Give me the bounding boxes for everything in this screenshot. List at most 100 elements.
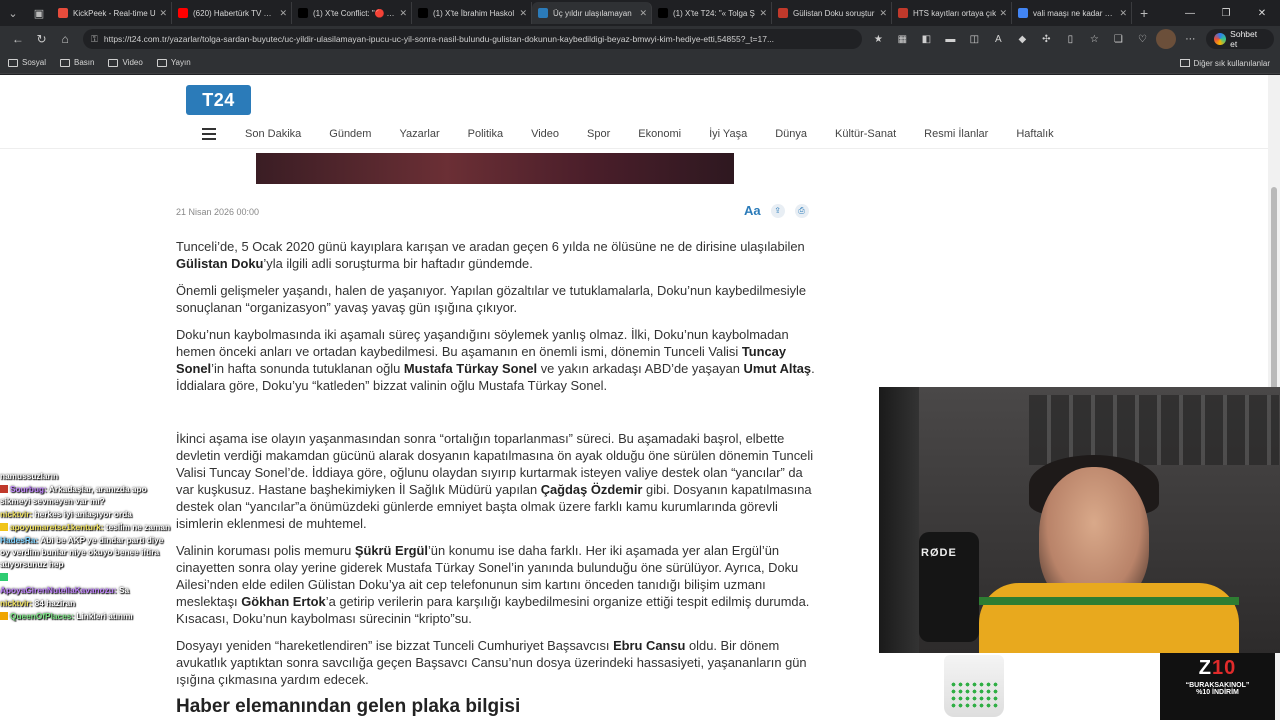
share-icon[interactable]: ⇪ — [770, 203, 785, 218]
print-icon[interactable]: ⎙ — [794, 203, 809, 218]
hamburger-menu-icon[interactable] — [202, 128, 216, 140]
extensions-puzzle-icon[interactable]: ✣ — [1036, 29, 1056, 49]
browser-tab[interactable]: (1) X'te Conflict: "🔴 AÇ ✕ — [292, 2, 412, 24]
chat-message: Sourbug: Arkadaşlar, aranızda apo sikmey… — [0, 483, 170, 507]
nav-item[interactable]: Video — [531, 128, 559, 140]
chat-badge-icon — [0, 573, 8, 581]
performance-icon[interactable]: ♡ — [1132, 29, 1152, 49]
browser-tab[interactable]: vali maaşı ne kadar 202 ✕ — [1012, 2, 1132, 24]
font-size-toggle[interactable]: Aa — [744, 203, 761, 218]
close-window-icon[interactable]: ✕ — [1244, 0, 1280, 26]
nav-item[interactable]: Resmi İlanlar — [924, 128, 988, 140]
article-actions: Aa ⇪ ⎙ — [744, 203, 809, 218]
tab-label: Üç yıldır ulaşılamayan — [553, 8, 632, 18]
nav-item[interactable]: İyi Yaşa — [709, 128, 747, 140]
maximize-icon[interactable]: ❐ — [1208, 0, 1244, 26]
chat-message — [0, 571, 170, 583]
extension-icon[interactable]: ◧ — [916, 29, 936, 49]
chat-message: nicktvir: herkes iyi anlaşıyor orda — [0, 508, 170, 520]
browser-tab[interactable]: Üç yıldır ulaşılamayan ✕ — [532, 2, 652, 24]
youtube-favicon — [178, 8, 188, 18]
copilot-chat-button[interactable]: Sohbet et — [1206, 29, 1275, 49]
favorite-star-icon[interactable]: ★ — [868, 29, 888, 49]
nav-item[interactable]: Haftalık — [1016, 128, 1053, 140]
browser-tab[interactable]: HTS kayıtları ortaya çık ✕ — [892, 2, 1012, 24]
home-icon[interactable]: ⌂ — [53, 28, 77, 50]
tab-close-icon[interactable]: ✕ — [639, 8, 647, 19]
bookmark-label: Video — [122, 58, 143, 67]
extension-icon[interactable]: ▦ — [892, 29, 912, 49]
chat-username: apoyumaretse1kenturk: — [10, 522, 104, 532]
nav-item[interactable]: Politika — [468, 128, 503, 140]
nav-item[interactable]: Spor — [587, 128, 610, 140]
paragraph: Tunceli’de, 5 Ocak 2020 günü kayıplara k… — [176, 239, 805, 271]
split-screen-icon[interactable]: ▯ — [1060, 29, 1080, 49]
tab-label: vali maaşı ne kadar 202 — [1033, 8, 1117, 18]
chat-badge-icon — [0, 523, 8, 531]
extension-icon[interactable]: ◆ — [1012, 29, 1032, 49]
tab-close-icon[interactable]: ✕ — [999, 8, 1007, 19]
paragraph: Önemli gelişmeler yaşandı, halen de yaşa… — [176, 283, 807, 315]
site-logo[interactable]: T24 — [186, 85, 251, 115]
site-info-icon[interactable]: ⚿ — [91, 34, 98, 45]
folder-icon — [8, 58, 18, 67]
browser-tab[interactable]: (620) Habertürk TV Can ✕ — [172, 2, 292, 24]
tab-close-icon[interactable]: ✕ — [399, 8, 407, 19]
more-menu-icon[interactable]: ⋯ — [1180, 29, 1200, 49]
minimize-icon[interactable]: — — [1172, 0, 1208, 26]
nav-item[interactable]: Dünya — [775, 128, 807, 140]
bookmark-folder-yayin[interactable]: Yayın — [156, 58, 191, 67]
bookmark-folder-video[interactable]: Video — [108, 58, 143, 67]
new-tab-button[interactable]: + — [1140, 5, 1148, 21]
tab-close-icon[interactable]: ✕ — [519, 8, 527, 19]
promo-discount: %10 İNDİRİM — [1196, 689, 1239, 696]
bookmark-folder-sosyal[interactable]: Sosyal — [8, 58, 46, 67]
collections-icon[interactable]: ❏ — [1108, 29, 1128, 49]
x-favicon — [658, 8, 668, 18]
nav-item[interactable]: Kültür-Sanat — [835, 128, 896, 140]
chat-message: nicktvir: 84 haziran — [0, 597, 170, 609]
url-input[interactable]: ⚿ https://t24.com.tr/yazarlar/tolga-sard… — [83, 29, 863, 49]
chat-username: QueenOfPlaces: — [10, 611, 75, 621]
article-body: Tunceli’de, 5 Ocak 2020 günü kayıplara k… — [176, 238, 816, 716]
bookmark-folder-basin[interactable]: Basın — [60, 58, 94, 67]
nav-item[interactable]: Gündem — [329, 128, 371, 140]
scrollbar-thumb[interactable] — [1271, 187, 1277, 397]
tab-close-icon[interactable]: ✕ — [879, 8, 887, 19]
folder-icon — [156, 58, 167, 67]
chat-message: HadesRa: Abi be AKP ye dindar parti diye… — [0, 534, 170, 570]
chat-username: ApoyaGirenNutellaKavanozu: — [0, 585, 117, 595]
reload-icon[interactable]: ↻ — [30, 28, 54, 50]
translate-icon[interactable]: A — [988, 29, 1008, 49]
folder-icon — [60, 58, 71, 67]
chat-text: herkes iyi anlaşıyor orda — [32, 509, 132, 519]
paragraph: İkinci aşama ise olayın yaşanmasından so… — [176, 431, 814, 531]
chat-message: apoyumaretse1kenturk: tesli̇m ne zaman — [0, 521, 170, 533]
browser-tab[interactable]: (1) X'te İbrahim Haskol ✕ — [412, 2, 532, 24]
nav-item[interactable]: Yazarlar — [399, 128, 439, 140]
extension-icon[interactable]: ▬ — [940, 29, 960, 49]
profile-avatar[interactable] — [1156, 29, 1177, 49]
browser-tab[interactable]: KickPeek - Real-time U ✕ — [52, 2, 172, 24]
paragraph: Valinin koruması polis memuru Şükrü Ergü… — [176, 543, 810, 626]
chat-username: HadesRa: — [0, 535, 39, 545]
url-text: https://t24.com.tr/yazarlar/tolga-sardan… — [103, 34, 775, 44]
tab-close-icon[interactable]: ✕ — [759, 8, 767, 19]
workspaces-icon[interactable]: ▣ — [26, 0, 52, 26]
back-icon[interactable]: ← — [6, 28, 30, 50]
tab-close-icon[interactable]: ✕ — [279, 8, 287, 19]
beads-jar-image — [944, 655, 1004, 717]
tab-close-icon[interactable]: ✕ — [159, 8, 167, 19]
extension-icon[interactable]: ◫ — [964, 29, 984, 49]
tab-label: HTS kayıtları ortaya çık — [913, 8, 997, 18]
promo-title: Z10 — [1198, 657, 1237, 679]
browser-tab[interactable]: (1) X'te T24: "« Tolga Ş ✕ — [652, 2, 772, 24]
nav-item[interactable]: Son Dakika — [245, 128, 301, 140]
nav-item[interactable]: Ekonomi — [638, 128, 681, 140]
browser-tab[interactable]: Gülistan Doku soruştur ✕ — [772, 2, 892, 24]
tab-close-icon[interactable]: ✕ — [1119, 8, 1127, 19]
other-favorites[interactable]: Diğer sık kullanılanlar — [1179, 52, 1270, 74]
tab-actions-menu-icon[interactable]: ⌄ — [0, 0, 26, 26]
favorites-icon[interactable]: ☆ — [1084, 29, 1104, 49]
chat-text: 84 haziran — [32, 598, 76, 608]
